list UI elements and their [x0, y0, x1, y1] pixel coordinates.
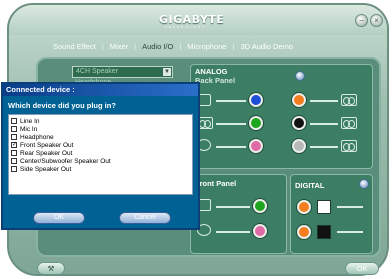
settings-button[interactable]: ⚒	[37, 262, 65, 275]
front-panel-heading: Front Panel	[195, 179, 237, 188]
front-jack-pink[interactable]	[253, 224, 267, 238]
connector-line	[216, 123, 246, 125]
connector-line	[216, 100, 246, 102]
digital-jack-orange[interactable]	[297, 200, 311, 214]
digital-info-icon[interactable]	[359, 179, 369, 189]
analog-back-panel: ANALOG Back Panel	[190, 64, 373, 169]
main-ok-button[interactable]: OK	[345, 262, 379, 275]
option-mic-in[interactable]: Mic In	[11, 125, 37, 133]
option-side-speaker-out[interactable]: Side Speaker Out	[11, 165, 71, 173]
analog-heading: ANALOG	[195, 67, 228, 76]
connector-line	[310, 146, 338, 148]
option-label: Mic In	[20, 125, 38, 133]
option-label: Line In	[20, 117, 40, 125]
speaker-config-select[interactable]: 4CH Speaker ▼	[72, 66, 173, 78]
checkbox-icon[interactable]	[11, 118, 17, 124]
connector-line	[216, 146, 246, 148]
speaker-config-value: 4CH Speaker	[76, 68, 119, 75]
analog-info-icon[interactable]	[295, 71, 305, 81]
digital-heading: DIGITAL	[295, 181, 325, 190]
jack-orange[interactable]	[292, 93, 306, 107]
optical-out-icon	[317, 225, 331, 239]
digital-panel: DIGITAL	[290, 174, 373, 254]
chevron-down-icon[interactable]: ▼	[163, 68, 171, 76]
minimize-button[interactable]: −	[355, 14, 368, 27]
tab-sound-effect[interactable]: Sound Effect	[47, 38, 102, 56]
option-center-subwoofer-out[interactable]: Center/Subwoofer Speaker Out	[11, 157, 111, 165]
checkbox-icon[interactable]	[11, 166, 17, 172]
connector-line	[216, 231, 250, 233]
tab-3d-audio-demo[interactable]: 3D Audio Demo	[234, 38, 299, 56]
title-bar: GIGABYTE TECHNOLOGY − ×	[9, 5, 387, 35]
option-rear-speaker-out[interactable]: Rear Speaker Out	[11, 149, 72, 157]
dialog-ok-button[interactable]: OK	[33, 212, 85, 224]
spdif-out-icon	[317, 200, 331, 214]
signal-wave-icon	[337, 206, 363, 208]
option-label: Front Speaker Out	[20, 141, 74, 149]
option-line-in[interactable]: Line In	[11, 117, 40, 125]
option-label: Rear Speaker Out	[20, 149, 73, 157]
jack-green[interactable]	[249, 116, 263, 130]
tab-audio-io[interactable]: Audio I/O	[136, 38, 179, 56]
digital-jack-orange-2[interactable]	[297, 225, 311, 239]
back-panel-label: Back Panel	[195, 76, 236, 85]
tab-mixer[interactable]: Mixer	[104, 38, 134, 56]
option-label: Headphone	[20, 133, 54, 141]
option-label: Center/Subwoofer Speaker Out	[20, 157, 111, 165]
connected-device-dialog: Connected device : Which device did you …	[1, 82, 200, 230]
connector-line	[310, 123, 338, 125]
tab-microphone[interactable]: Microphone	[181, 38, 232, 56]
connector-line	[310, 100, 338, 102]
dialog-question: Which device did you plug in?	[8, 101, 116, 110]
tab-bar: Sound Effect | Mixer | Audio I/O | Micro…	[47, 38, 299, 56]
jack-gray[interactable]	[292, 139, 306, 153]
connector-line	[216, 206, 250, 208]
front-jack-green[interactable]	[253, 199, 267, 213]
checkbox-checked-icon[interactable]: ✓	[11, 142, 17, 148]
checkbox-icon[interactable]	[11, 158, 17, 164]
checkbox-icon[interactable]	[11, 126, 17, 132]
checkbox-icon[interactable]	[11, 150, 17, 156]
device-options-list: Line In Mic In Headphone ✓ Front Speaker…	[8, 114, 193, 195]
jack-blue[interactable]	[249, 93, 263, 107]
speaker-pair-icon	[341, 94, 357, 106]
speaker-pair-icon	[341, 117, 357, 129]
dialog-cancel-button[interactable]: Cancel	[119, 212, 171, 224]
front-panel: Front Panel	[190, 174, 287, 254]
jack-pink[interactable]	[249, 139, 263, 153]
speaker-pair-icon	[341, 140, 357, 152]
signal-wave-icon	[337, 231, 363, 233]
option-label: Side Speaker Out	[20, 165, 72, 173]
brand-subtitle: TECHNOLOGY	[165, 25, 207, 29]
option-front-speaker-out[interactable]: ✓ Front Speaker Out	[11, 141, 73, 149]
close-button[interactable]: ×	[370, 14, 383, 27]
checkbox-icon[interactable]	[11, 134, 17, 140]
jack-black[interactable]	[292, 116, 306, 130]
wrench-icon: ⚒	[47, 264, 55, 273]
dialog-title: Connected device :	[3, 84, 198, 96]
option-headphone[interactable]: Headphone	[11, 133, 54, 141]
